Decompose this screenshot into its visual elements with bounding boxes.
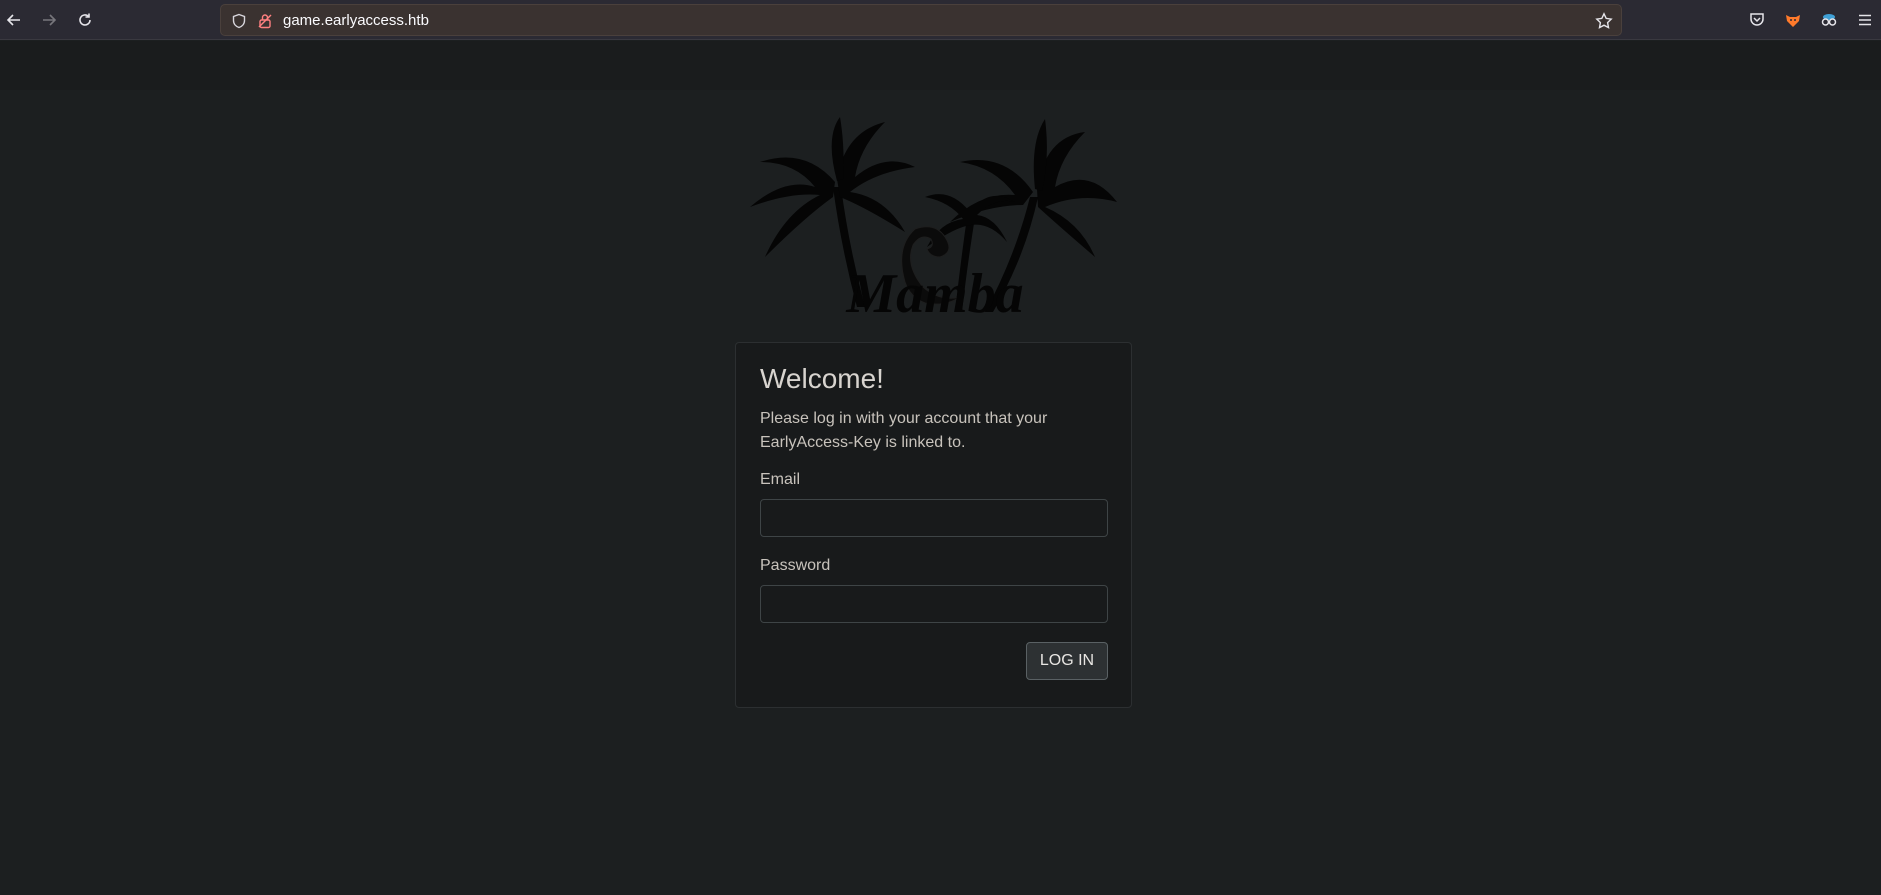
arrow-right-icon [43,14,57,26]
extension-mask-button[interactable] [1819,10,1839,30]
reload-icon [79,13,91,26]
insecure-lock-icon[interactable] [257,13,273,29]
address-bar[interactable]: game.earlyaccess.htb [220,4,1622,36]
forward-button[interactable] [37,8,61,32]
bookmark-star-icon[interactable] [1595,12,1613,30]
back-button[interactable] [2,8,26,32]
extension-fox-button[interactable] [1783,10,1803,30]
page-body: Mamba Welcome! Please log in with your a… [0,41,1881,895]
app-menu-button[interactable] [1855,10,1875,30]
pocket-icon [1750,13,1764,26]
browser-toolbar: game.earlyaccess.htb [0,0,1881,40]
shield-icon[interactable] [231,13,247,29]
extension-mask-icon [1821,14,1837,26]
card-title: Welcome! [760,363,884,394]
url-text[interactable]: game.earlyaccess.htb [283,12,429,29]
reload-button[interactable] [73,8,97,32]
password-label: Password [760,557,831,574]
email-label: Email [760,471,801,488]
login-button[interactable]: LOG IN [1026,642,1108,680]
login-card: Welcome! Please log in with your account… [735,342,1132,708]
mamba-logo: Mamba [750,117,1117,323]
pocket-button[interactable] [1747,10,1767,30]
extension-fox-icon [1786,15,1800,27]
card-description: Please log in with your account that you… [760,410,1048,451]
password-field[interactable] [760,585,1108,623]
arrow-left-icon [6,14,20,26]
email-field[interactable] [760,499,1108,537]
logo-wordmark: Mamba [845,263,1023,323]
hamburger-menu-icon [1859,14,1871,26]
site-navbar [0,41,1881,90]
